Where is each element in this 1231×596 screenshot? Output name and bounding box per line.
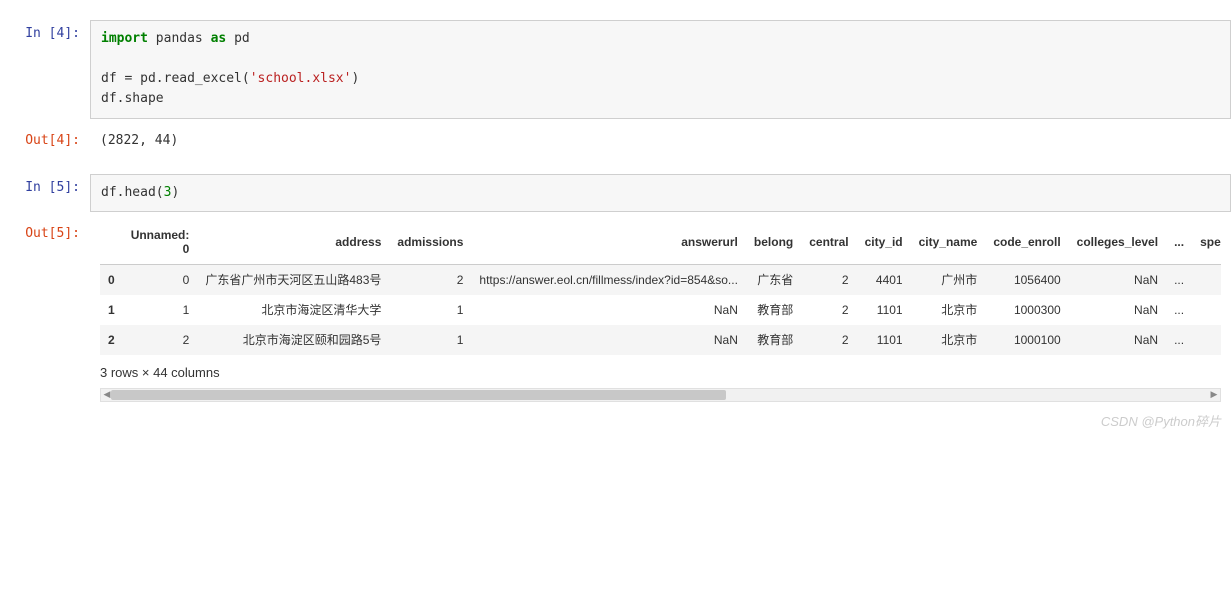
table-row: 00广东省广州市天河区五山路483号2https://answer.eol.cn… xyxy=(100,264,1221,295)
cell-colleges_level: NaN xyxy=(1069,325,1166,355)
cell-address: 北京市海淀区颐和园路5号 xyxy=(197,325,389,355)
cell-city_id: 1101 xyxy=(857,295,911,325)
cell-special: [] xyxy=(1192,264,1221,295)
cell-special: [] xyxy=(1192,325,1221,355)
cell-answerurl: NaN xyxy=(471,295,745,325)
kw-import: import xyxy=(101,31,148,46)
cell-central: 2 xyxy=(801,295,856,325)
table-row: 22北京市海淀区颐和园路5号1NaN教育部21101北京市1000100NaN.… xyxy=(100,325,1221,355)
col-admissions: admissions xyxy=(389,220,471,265)
col-address: address xyxy=(197,220,389,265)
dataframe-table: Unnamed: 0 address admissions answerurl … xyxy=(100,220,1221,355)
cell-admissions: 1 xyxy=(389,295,471,325)
cell-colleges_level: NaN xyxy=(1069,295,1166,325)
cell-city_name: 北京市 xyxy=(911,325,986,355)
output-cell-5: Out[5]: Unnamed: 0 address admissions an… xyxy=(0,220,1231,402)
scroll-right-arrow-icon[interactable]: ▶ xyxy=(1208,389,1220,401)
col-special: special xyxy=(1192,220,1221,265)
input-cell-4: In [4]: import pandas as pd df = pd.read… xyxy=(0,20,1231,119)
col-collegeslevel: colleges_level xyxy=(1069,220,1166,265)
cell-colleges_level: NaN xyxy=(1069,264,1166,295)
cell-city_id: 4401 xyxy=(857,264,911,295)
str-filename: 'school.xlsx' xyxy=(250,71,352,86)
cell-belong: 教育部 xyxy=(746,295,801,325)
txt-pd: pd xyxy=(226,31,249,46)
kw-as: as xyxy=(211,31,227,46)
col-cityname: city_name xyxy=(911,220,986,265)
cell-ellipsis: ... xyxy=(1166,325,1192,355)
table-row: 11北京市海淀区清华大学1NaN教育部21101北京市1000300NaN...… xyxy=(100,295,1221,325)
txt-line3: df.shape xyxy=(101,91,164,106)
cell-belong: 广东省 xyxy=(746,264,801,295)
dataframe-summary: 3 rows × 44 columns xyxy=(100,355,1221,386)
cell-code_enroll: 1000300 xyxy=(985,295,1068,325)
prompt-out-4: Out[4]: xyxy=(0,127,90,148)
scroll-thumb[interactable] xyxy=(111,390,726,400)
cell-unnamed: 2 xyxy=(123,325,198,355)
txt-line2b: ) xyxy=(351,71,359,86)
output-cell-4: Out[4]: (2822, 44) xyxy=(0,127,1231,154)
col-unnamed: Unnamed: 0 xyxy=(123,220,198,265)
cell-address: 北京市海淀区清华大学 xyxy=(197,295,389,325)
col-answerurl: answerurl xyxy=(471,220,745,265)
cell-ellipsis: ... xyxy=(1166,295,1192,325)
col-ellipsis: ... xyxy=(1166,220,1192,265)
row-index: 1 xyxy=(100,295,123,325)
code-input-5[interactable]: df.head(3) xyxy=(90,174,1231,212)
row-index: 0 xyxy=(100,264,123,295)
cell-address: 广东省广州市天河区五山路483号 xyxy=(197,264,389,295)
col-codeenroll: code_enroll xyxy=(985,220,1068,265)
col-central: central xyxy=(801,220,856,265)
txt-line2a: df = pd.read_excel( xyxy=(101,71,250,86)
cell-ellipsis: ... xyxy=(1166,264,1192,295)
cell-special: [] xyxy=(1192,295,1221,325)
table-header-row: Unnamed: 0 address admissions answerurl … xyxy=(100,220,1221,265)
cell-answerurl: https://answer.eol.cn/fillmess/index?id=… xyxy=(471,264,745,295)
input-cell-5: In [5]: df.head(3) xyxy=(0,174,1231,212)
txt-head-end: ) xyxy=(171,185,179,200)
prompt-out-5: Out[5]: xyxy=(0,220,90,241)
dataframe-scroll[interactable]: Unnamed: 0 address admissions answerurl … xyxy=(100,220,1221,355)
watermark-text: CSDN @Python碎片 xyxy=(1101,411,1221,430)
cell-answerurl: NaN xyxy=(471,325,745,355)
cell-admissions: 2 xyxy=(389,264,471,295)
horizontal-scrollbar[interactable]: ◀ ▶ xyxy=(100,388,1221,402)
txt-head: df.head( xyxy=(101,185,164,200)
cell-city_id: 1101 xyxy=(857,325,911,355)
cell-admissions: 1 xyxy=(389,325,471,355)
col-cityid: city_id xyxy=(857,220,911,265)
prompt-in-5: In [5]: xyxy=(0,174,90,195)
output-html-5: Unnamed: 0 address admissions answerurl … xyxy=(90,220,1231,402)
cell-city_name: 北京市 xyxy=(911,295,986,325)
cell-code_enroll: 1000100 xyxy=(985,325,1068,355)
cell-belong: 教育部 xyxy=(746,325,801,355)
cell-city_name: 广州市 xyxy=(911,264,986,295)
cell-unnamed: 0 xyxy=(123,264,198,295)
row-index: 2 xyxy=(100,325,123,355)
cell-unnamed: 1 xyxy=(123,295,198,325)
cell-central: 2 xyxy=(801,264,856,295)
cell-central: 2 xyxy=(801,325,856,355)
code-input-4[interactable]: import pandas as pd df = pd.read_excel('… xyxy=(90,20,1231,119)
col-index xyxy=(100,220,123,265)
prompt-in-4: In [4]: xyxy=(0,20,90,41)
txt-pandas: pandas xyxy=(148,31,211,46)
cell-code_enroll: 1056400 xyxy=(985,264,1068,295)
col-belong: belong xyxy=(746,220,801,265)
output-text-4: (2822, 44) xyxy=(90,127,1231,154)
